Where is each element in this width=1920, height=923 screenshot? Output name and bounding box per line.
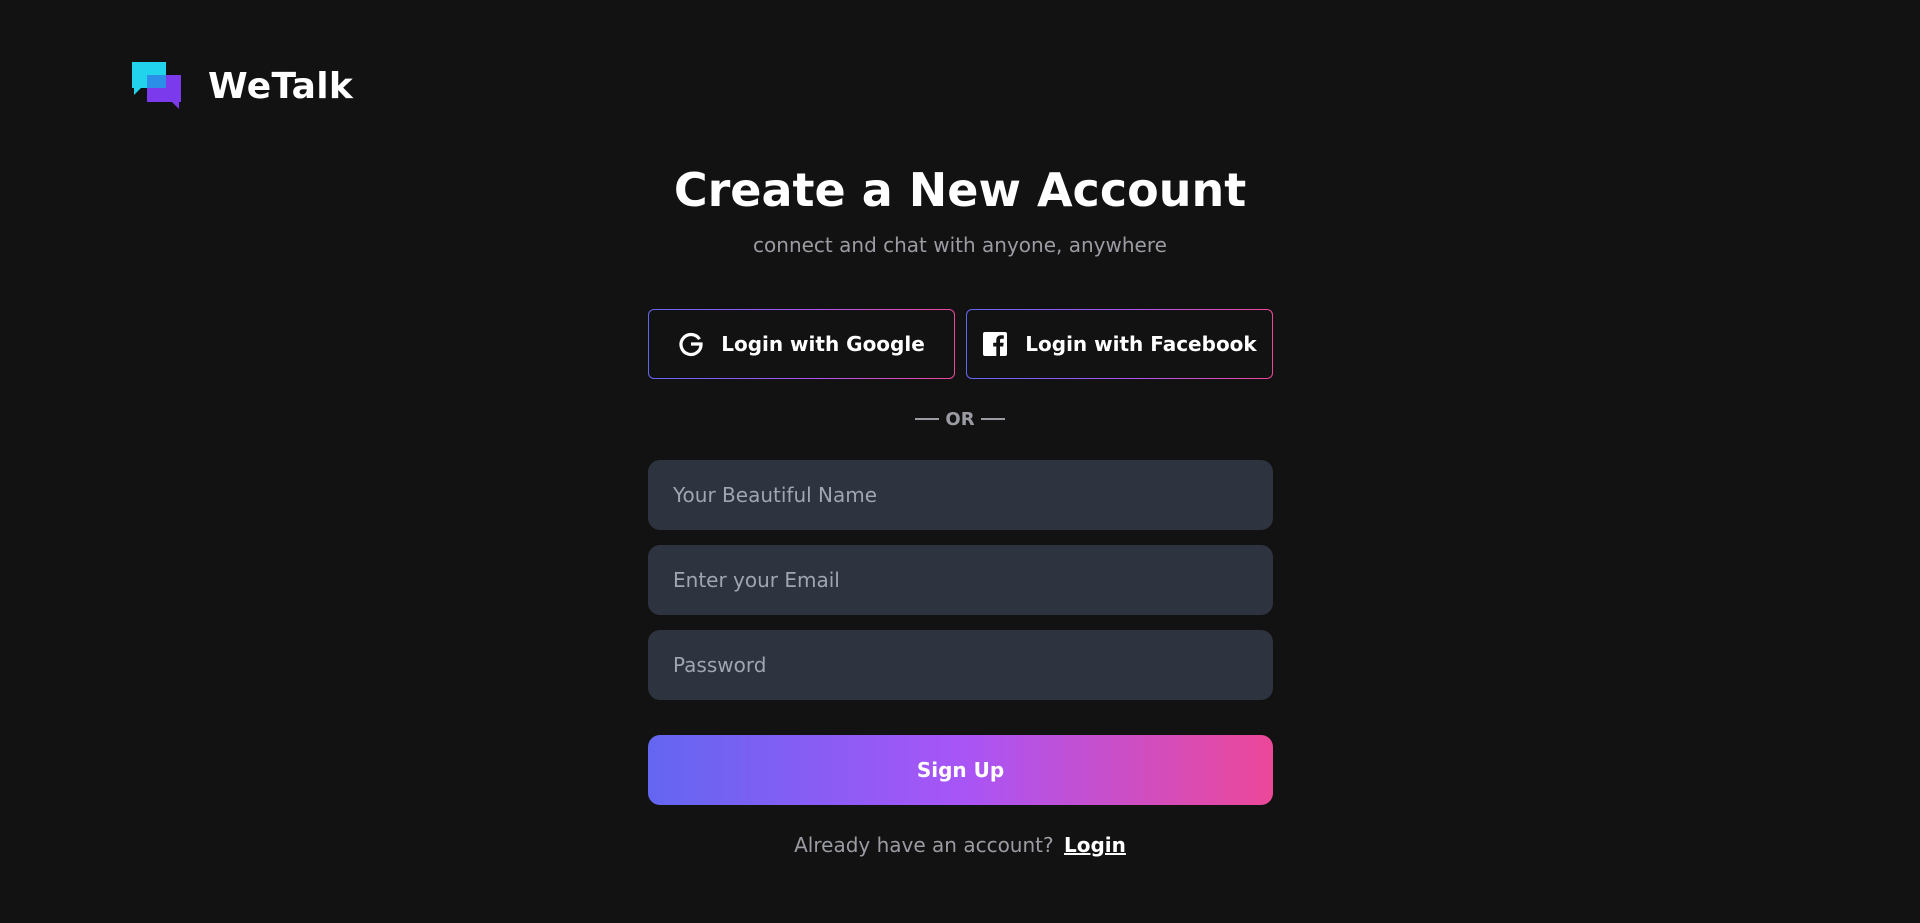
facebook-login-label: Login with Facebook xyxy=(1025,332,1257,356)
facebook-icon xyxy=(982,331,1008,357)
login-prompt-text: Already have an account? xyxy=(794,833,1054,857)
google-login-label: Login with Google xyxy=(721,332,925,356)
facebook-login-button[interactable]: Login with Facebook xyxy=(966,309,1273,379)
divider-text: OR xyxy=(945,408,975,430)
signup-page: WeTalk Create a New Account connect and … xyxy=(0,0,1920,923)
login-prompt: Already have an account? Login xyxy=(0,831,1920,859)
email-input[interactable] xyxy=(648,545,1273,615)
chat-bubbles-icon xyxy=(132,62,181,109)
divider-line-right xyxy=(980,418,1005,420)
divider-line-left xyxy=(915,418,940,420)
page-title: Create a New Account xyxy=(673,163,1247,217)
or-divider: OR xyxy=(0,404,1920,434)
google-icon xyxy=(678,331,704,357)
google-login-button[interactable]: Login with Google xyxy=(648,309,955,379)
sign-up-button[interactable]: Sign Up xyxy=(648,735,1273,805)
login-link[interactable]: Login xyxy=(1064,833,1126,857)
brand-name: WeTalk xyxy=(208,65,354,107)
brand[interactable]: WeTalk xyxy=(132,62,353,110)
password-input[interactable] xyxy=(648,630,1273,700)
name-input[interactable] xyxy=(648,460,1273,530)
page-subtitle: connect and chat with anyone, anywhere xyxy=(753,233,1167,257)
social-login-row: Login with Google Login with Facebook xyxy=(648,309,1273,379)
